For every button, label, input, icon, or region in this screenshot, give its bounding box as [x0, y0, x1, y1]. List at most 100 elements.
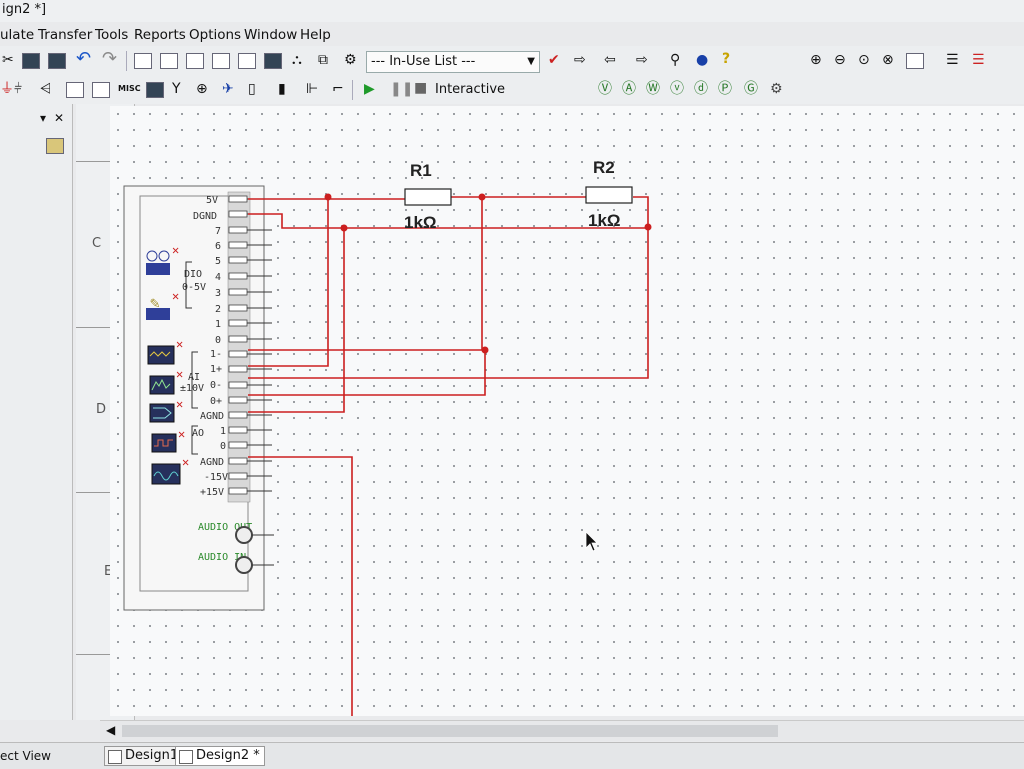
resistor-r1-body: [404, 188, 452, 206]
simulation-mode-selector[interactable]: Interactive: [430, 79, 540, 101]
probe-voltage-icon[interactable]: Ⓥ: [598, 81, 612, 97]
connector-icon[interactable]: ▮: [278, 81, 286, 97]
redo-icon[interactable]: ↷: [102, 50, 117, 68]
transistor-icon[interactable]: [66, 82, 84, 98]
electromechanical-icon[interactable]: ▯: [248, 81, 256, 97]
zoom-area-icon[interactable]: ⊙: [858, 52, 870, 68]
resistor-r1-value: 1kΩ: [404, 213, 437, 232]
forward-annotate-icon[interactable]: ⇨: [636, 52, 648, 68]
pin-label-ai-agnd: AGND: [200, 411, 224, 422]
design-toolbox-icon[interactable]: [134, 53, 152, 69]
tab-design2-label: Design2 *: [196, 748, 260, 763]
pin-socket: [228, 272, 248, 280]
erc-icon[interactable]: ✔: [548, 52, 560, 68]
probe-dv-icon[interactable]: ⓥ: [670, 81, 684, 97]
pin-label-ai-1-plus: 1+: [210, 364, 222, 375]
tab-design2[interactable]: Design2 *: [175, 746, 265, 766]
undo-icon[interactable]: ↶: [76, 50, 91, 68]
probe-ground-icon[interactable]: Ⓖ: [744, 81, 758, 97]
pin-label-5v: 5V: [206, 195, 218, 206]
pin-socket: [228, 319, 248, 327]
scroll-left-icon[interactable]: ◀: [106, 722, 115, 738]
source-icon[interactable]: ⏚: [0, 81, 14, 97]
probe-digital-icon[interactable]: ⓓ: [694, 81, 708, 97]
pin-label-dio-3: 3: [215, 288, 221, 299]
probe-settings-icon[interactable]: ⚙: [770, 81, 783, 97]
project-folder-icon[interactable]: [46, 138, 64, 154]
hierarchy-icon[interactable]: ⛬: [292, 52, 302, 68]
svg-text:✕: ✕: [172, 289, 179, 303]
paste-icon[interactable]: [48, 53, 66, 69]
horizontal-scrollbar[interactable]: ◀: [100, 720, 1024, 741]
resistor-r2: R2 1kΩ: [585, 158, 633, 230]
indicator-icon[interactable]: [146, 82, 164, 98]
settings-icon[interactable]: ⚙: [344, 52, 357, 68]
zoom-fit-icon[interactable]: ⊗: [882, 52, 894, 68]
grapher-icon[interactable]: [186, 53, 204, 69]
rf-icon[interactable]: ✈: [222, 81, 234, 97]
close-icon[interactable]: ✕: [54, 110, 64, 126]
distribute-icon[interactable]: ☰: [972, 52, 985, 68]
pin-header: [227, 191, 251, 503]
postprocessor-icon[interactable]: [212, 53, 230, 69]
probe-current-icon[interactable]: Ⓐ: [622, 81, 636, 97]
run-icon[interactable]: ▶: [364, 81, 375, 97]
project-view-tab[interactable]: ect View: [0, 749, 51, 763]
basic-icon[interactable]: ⫩: [14, 81, 22, 97]
pin-label-dio-0: 0: [215, 335, 221, 346]
ruler-label-d: D: [96, 402, 107, 417]
pin-socket: [228, 396, 248, 404]
graph-view-icon[interactable]: [238, 53, 256, 69]
menu-transfer[interactable]: Transfer: [38, 27, 92, 43]
menu-options[interactable]: Options: [189, 27, 241, 43]
power-icon[interactable]: ⊕: [196, 81, 208, 97]
copy-icon[interactable]: [22, 53, 40, 69]
pin-socket: [228, 226, 248, 234]
dock-icon[interactable]: ▾: [40, 110, 46, 126]
pin-label-ai-0-plus: 0+: [210, 396, 222, 407]
probe-power-icon[interactable]: Ⓦ: [646, 81, 660, 97]
menu-simulate[interactable]: ulate: [0, 27, 34, 43]
zoom-in-icon[interactable]: ⊕: [810, 52, 822, 68]
menu-bar: ulate Transfer Tools Reports Options Win…: [0, 24, 1024, 46]
full-screen-icon[interactable]: [906, 53, 924, 69]
schematic-canvas[interactable]: ✕ ✎ ✕ ✕ ✕ ✕ ✕ ✕ 5V DGND 7 6 5 4 3 2 1 0 D…: [110, 106, 1024, 716]
spreadsheet-view-icon[interactable]: [160, 53, 178, 69]
cut-icon[interactable]: ✂: [2, 52, 14, 68]
antenna-icon[interactable]: Y: [172, 81, 181, 97]
chevron-down-icon: ▼: [527, 56, 535, 67]
ai-range-label: ±10V: [180, 383, 204, 394]
pin-socket: [228, 457, 248, 465]
menu-tools[interactable]: Tools: [95, 27, 128, 43]
svg-text:✕: ✕: [176, 367, 183, 381]
misc-label[interactable]: MISC: [118, 84, 141, 93]
pause-icon[interactable]: ❚❚: [390, 81, 413, 97]
align-icon[interactable]: ☰: [946, 52, 959, 68]
menu-window[interactable]: Window: [244, 27, 297, 43]
resistor-r1-ref: R1: [410, 161, 432, 180]
main-toolbar: ✂ ↶ ↷ ⛬ ⧉ ⚙ --- In-Use List --- ▼ ✔ ⇨ ⇦ …: [0, 46, 1024, 76]
dot-icon[interactable]: ●: [696, 52, 708, 68]
svg-text:✕: ✕: [176, 397, 183, 411]
zoom-out-icon[interactable]: ⊖: [834, 52, 846, 68]
analog-icon[interactable]: [92, 82, 110, 98]
probe-reference-icon[interactable]: Ⓟ: [718, 81, 732, 97]
help-icon[interactable]: ?: [722, 51, 730, 67]
probe-icon[interactable]: ⚲: [670, 52, 680, 68]
component-wizard-icon[interactable]: ⧉: [318, 52, 328, 68]
menu-reports[interactable]: Reports: [134, 27, 186, 43]
in-use-list-value: --- In-Use List ---: [371, 54, 476, 69]
database-manager-icon[interactable]: [264, 53, 282, 69]
stop-icon[interactable]: ■: [414, 80, 427, 96]
place-wire-icon[interactable]: ⊩: [306, 81, 318, 97]
resistor-r2-ref: R2: [593, 158, 615, 177]
diode-icon[interactable]: ⩤: [40, 81, 51, 97]
place-bus-icon[interactable]: ⌐: [332, 81, 344, 97]
back-annotate-icon[interactable]: ⇦: [604, 52, 616, 68]
scroll-thumb[interactable]: [122, 725, 778, 737]
transfer-icon[interactable]: ⇨: [574, 52, 586, 68]
tab-design1[interactable]: Design1: [104, 746, 184, 766]
svg-text:✕: ✕: [178, 427, 185, 441]
menu-help[interactable]: Help: [300, 27, 331, 43]
in-use-list-dropdown[interactable]: --- In-Use List --- ▼: [366, 51, 540, 73]
